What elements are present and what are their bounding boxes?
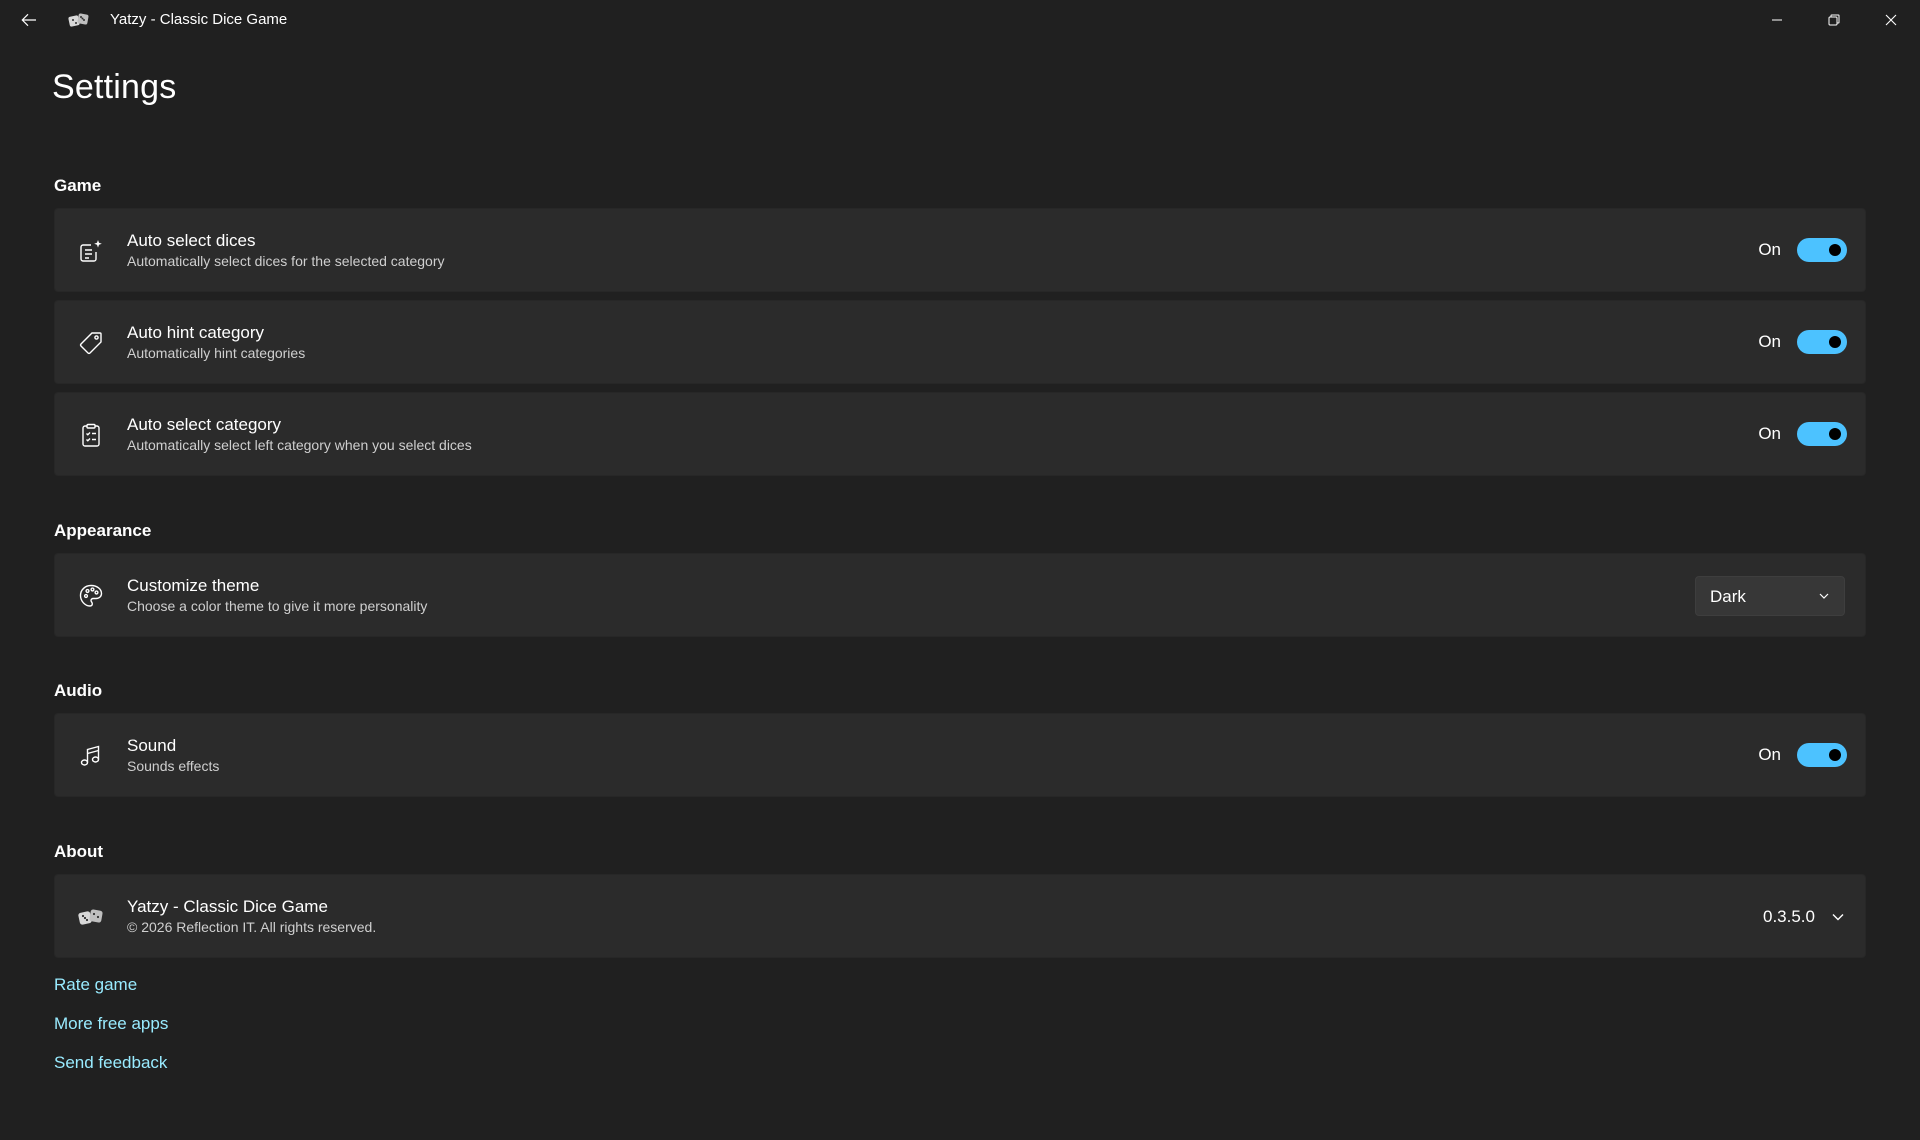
dice-icon bbox=[77, 903, 105, 931]
chevron-down-icon[interactable] bbox=[1831, 911, 1845, 923]
more-free-apps-link[interactable]: More free apps bbox=[54, 1014, 168, 1034]
toggle-knob bbox=[1829, 428, 1841, 440]
about-app-expander[interactable]: Yatzy - Classic Dice Game © 2026 Reflect… bbox=[54, 874, 1866, 958]
restore-button[interactable] bbox=[1806, 0, 1862, 40]
toggle-knob bbox=[1829, 336, 1841, 348]
clipboard-checklist-icon bbox=[77, 421, 105, 449]
minimize-button[interactable] bbox=[1749, 0, 1805, 40]
palette-icon bbox=[77, 582, 105, 610]
setting-description: Choose a color theme to give it more per… bbox=[127, 598, 428, 614]
setting-title: Auto select category bbox=[127, 415, 282, 434]
toggle-state-label: On bbox=[1758, 424, 1781, 443]
setting-title: Auto hint category bbox=[127, 323, 265, 342]
toggle-state-label: On bbox=[1758, 332, 1781, 351]
toggle-state-label: On bbox=[1758, 745, 1781, 764]
setting-description: Automatically select dices for the selec… bbox=[127, 253, 445, 269]
chevron-down-icon bbox=[1819, 593, 1829, 599]
rate-game-link[interactable]: Rate game bbox=[54, 975, 137, 995]
auto-select-dices-toggle[interactable] bbox=[1797, 238, 1847, 262]
send-feedback-link[interactable]: Send feedback bbox=[54, 1053, 167, 1073]
auto-hint-category-toggle[interactable] bbox=[1797, 330, 1847, 354]
setting-customize-theme: Customize theme Choose a color theme to … bbox=[54, 553, 1866, 637]
restore-icon bbox=[1828, 14, 1840, 26]
note-sparkle-icon bbox=[77, 237, 105, 265]
theme-dropdown-value: Dark bbox=[1710, 587, 1746, 606]
section-title-game: Game bbox=[54, 176, 102, 195]
toggle-state-label: On bbox=[1758, 240, 1781, 259]
app-version: 0.3.5.0 bbox=[1763, 907, 1815, 926]
setting-title: Customize theme bbox=[127, 576, 260, 595]
setting-title: Auto select dices bbox=[127, 231, 256, 250]
toggle-knob bbox=[1829, 244, 1841, 256]
auto-select-category-toggle[interactable] bbox=[1797, 422, 1847, 446]
tag-icon bbox=[77, 329, 105, 357]
setting-sound: Sound Sounds effects On bbox=[54, 713, 1866, 797]
back-arrow-icon bbox=[21, 13, 36, 27]
sound-toggle[interactable] bbox=[1797, 743, 1847, 767]
minimize-icon bbox=[1772, 19, 1782, 21]
section-title-appearance: Appearance bbox=[54, 521, 152, 540]
setting-auto-select-category: Auto select category Automatically selec… bbox=[54, 392, 1866, 476]
app-dice-icon bbox=[68, 11, 90, 29]
setting-description: Automatically hint categories bbox=[127, 345, 306, 361]
theme-dropdown[interactable]: Dark bbox=[1695, 576, 1845, 616]
page-title: Settings bbox=[52, 68, 177, 106]
setting-title: Sound bbox=[127, 736, 177, 755]
back-button[interactable] bbox=[14, 6, 44, 34]
title-bar: Yatzy - Classic Dice Game bbox=[0, 0, 1920, 40]
toggle-knob bbox=[1829, 749, 1841, 761]
setting-description: Automatically select left category when … bbox=[127, 437, 472, 453]
section-title-audio: Audio bbox=[54, 681, 103, 700]
about-copyright: © 2026 Reflection IT. All rights reserve… bbox=[127, 919, 377, 935]
setting-description: Sounds effects bbox=[127, 758, 220, 774]
music-note-icon bbox=[77, 742, 105, 770]
section-title-about: About bbox=[54, 842, 104, 861]
about-app-title: Yatzy - Classic Dice Game bbox=[127, 897, 328, 916]
close-button[interactable] bbox=[1863, 0, 1919, 40]
close-icon bbox=[1885, 14, 1897, 26]
setting-auto-select-dices: Auto select dices Automatically select d… bbox=[54, 208, 1866, 292]
setting-auto-hint-category: Auto hint category Automatically hint ca… bbox=[54, 300, 1866, 384]
window-title: Yatzy - Classic Dice Game bbox=[110, 11, 288, 28]
